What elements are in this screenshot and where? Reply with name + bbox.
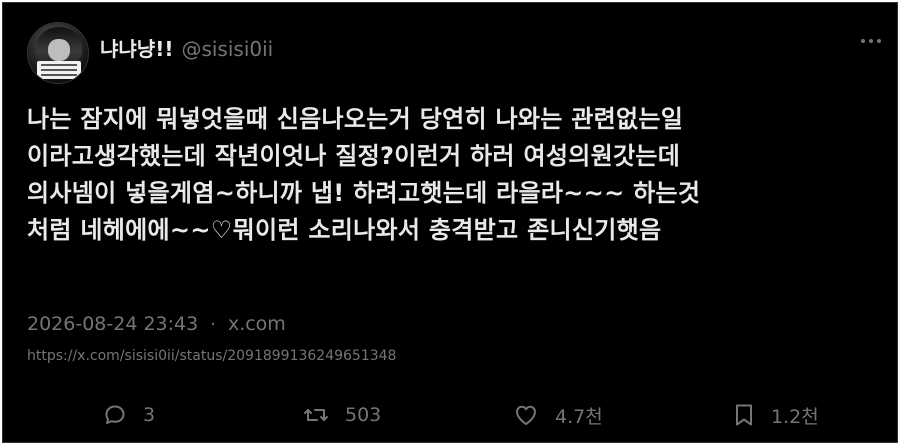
like-button[interactable]: 4.7천: [513, 395, 603, 435]
tweet-line: 의사넴이 넣을게염~하니까 냅! 하려고햇는데 라을라~~~ 하는것: [27, 179, 701, 207]
bookmark-icon: [733, 403, 755, 427]
tweet-line: 이라고생각했는데 작년이엇나 질정?이런거 하러 여성의원갓는데: [27, 142, 681, 170]
heart-icon: [513, 403, 539, 427]
more-icon[interactable]: [861, 39, 881, 43]
avatar[interactable]: [27, 22, 89, 84]
repost-button[interactable]: 503: [303, 395, 381, 435]
user-info: 냐냐냥!! @sisisi0ii: [100, 33, 273, 62]
bookmark-count: 1.2천: [771, 405, 819, 428]
reply-button[interactable]: 3: [103, 395, 155, 435]
avatar-face: [48, 39, 70, 61]
display-name[interactable]: 냐냐냥!!: [100, 33, 173, 62]
like-count: 4.7천: [555, 405, 603, 428]
avatar-note: [37, 61, 81, 79]
tweet-text: 나는 잠지에 뭐넣엇을때 신음나오는거 당연히 나와는 관련없는일 이라고생각했…: [27, 101, 887, 249]
tweet-card: 냐냐냥!! @sisisi0ii 나는 잠지에 뭐넣엇을때 신음나오는거 당연히…: [2, 2, 898, 443]
action-bar: 3 503 4.7천 1.2천: [3, 395, 899, 435]
tweet-url[interactable]: https://x.com/sisisi0ii/status/209189913…: [27, 348, 396, 364]
repost-icon: [303, 403, 329, 427]
reply-count: 3: [143, 404, 156, 426]
meta-separator: ·: [210, 313, 216, 335]
source-site[interactable]: x.com: [228, 313, 286, 335]
bookmark-button[interactable]: 1.2천: [733, 395, 819, 435]
tweet-header: 냐냐냥!! @sisisi0ii: [27, 21, 273, 85]
timestamp[interactable]: 2026-08-24 23:43: [27, 313, 198, 335]
tweet-line: 나는 잠지에 뭐넣엇을때 신음나오는거 당연히 나와는 관련없는일: [27, 105, 684, 133]
repost-count: 503: [345, 404, 382, 426]
tweet-line: 처럼 네헤에에~~♡뭐이런 소리나와서 충격받고 존니신기햇음: [27, 216, 662, 244]
reply-icon: [103, 403, 127, 427]
tweet-meta: 2026-08-24 23:43 · x.com: [27, 313, 286, 335]
user-handle[interactable]: @sisisi0ii: [181, 37, 273, 61]
